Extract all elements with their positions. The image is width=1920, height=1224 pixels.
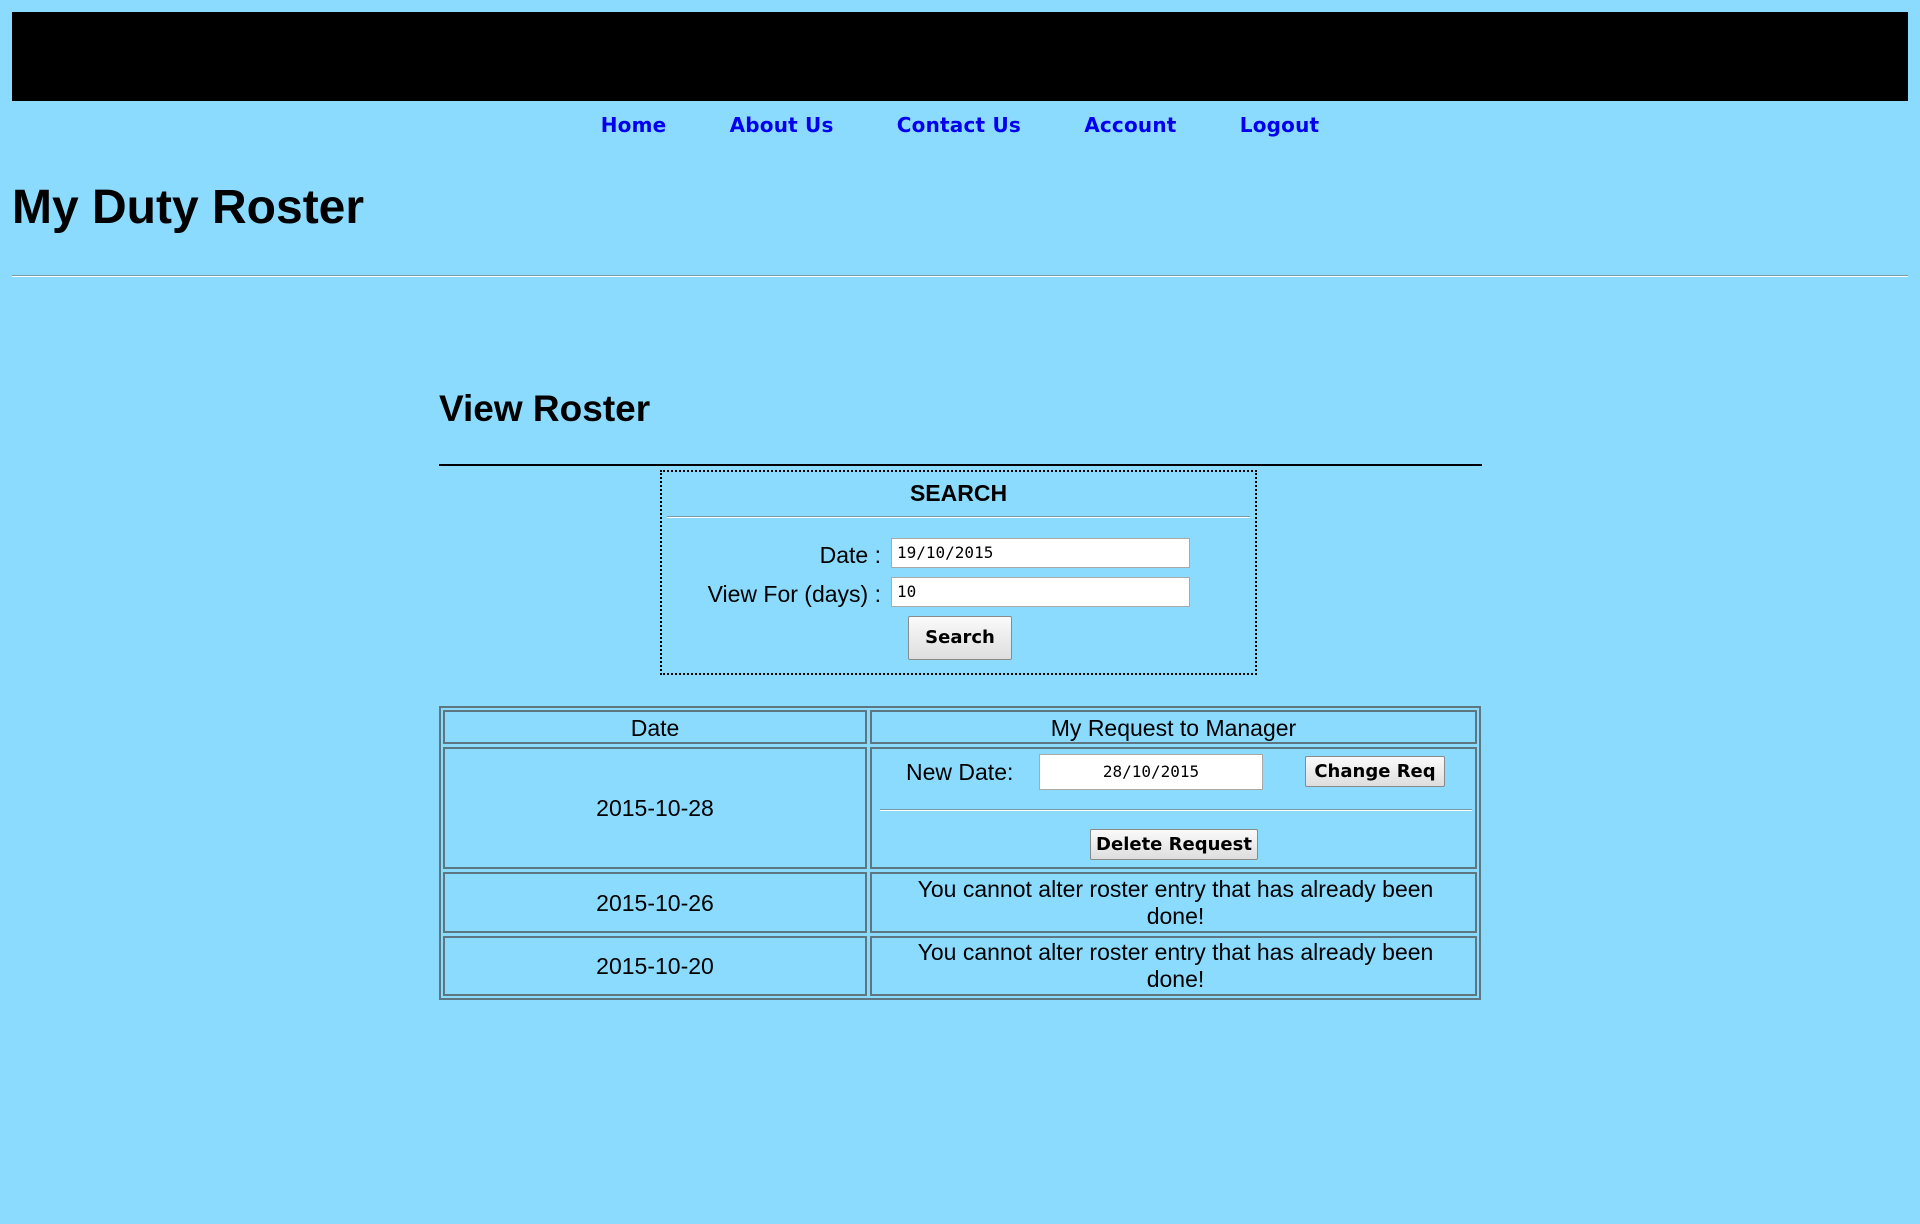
table-header-date: Date bbox=[443, 710, 867, 744]
search-divider bbox=[667, 516, 1250, 518]
days-input[interactable]: 10 bbox=[891, 577, 1190, 607]
row-message: You cannot alter roster entry that has a… bbox=[917, 939, 1434, 992]
roster-table: Date My Request to Manager 2015-10-28 Ne… bbox=[439, 706, 1481, 1000]
request-divider bbox=[880, 809, 1472, 811]
row-date: 2015-10-28 bbox=[596, 795, 714, 821]
header-banner bbox=[12, 12, 1908, 101]
table-row-request-cell: You cannot alter roster entry that has a… bbox=[870, 936, 1477, 996]
row-message: You cannot alter roster entry that has a… bbox=[917, 876, 1434, 929]
search-heading: SEARCH bbox=[909, 480, 1008, 506]
nav-about-us-link[interactable]: About Us bbox=[730, 113, 834, 137]
page-title: My Duty Roster bbox=[12, 181, 365, 234]
change-request-button[interactable]: Change Req bbox=[1305, 756, 1445, 787]
main-nav: Home About Us Contact Us Account Logout bbox=[0, 113, 1920, 137]
row-date: 2015-10-26 bbox=[596, 890, 714, 916]
date-input[interactable]: 19/10/2015 bbox=[891, 538, 1190, 568]
new-date-input[interactable]: 28/10/2015 bbox=[1039, 754, 1263, 790]
nav-home-link[interactable]: Home bbox=[601, 113, 667, 137]
date-label: Date : bbox=[819, 542, 881, 568]
table-row-request-cell: You cannot alter roster entry that has a… bbox=[870, 872, 1477, 933]
search-button[interactable]: Search bbox=[908, 616, 1012, 660]
nav-logout-link[interactable]: Logout bbox=[1240, 113, 1320, 137]
days-label: View For (days) : bbox=[707, 581, 881, 607]
section-title: View Roster bbox=[439, 388, 651, 429]
nav-contact-us-link[interactable]: Contact Us bbox=[897, 113, 1021, 137]
nav-account-link[interactable]: Account bbox=[1084, 113, 1176, 137]
delete-request-button[interactable]: Delete Request bbox=[1090, 829, 1258, 860]
table-row-request-cell: New Date: 28/10/2015 Change Req Delete R… bbox=[870, 747, 1477, 869]
search-panel: SEARCH Date : 19/10/2015 View For (days)… bbox=[660, 470, 1257, 675]
table-header-request-label: My Request to Manager bbox=[1050, 715, 1297, 741]
table-header-date-label: Date bbox=[630, 715, 680, 741]
table-row-date-cell: 2015-10-26 bbox=[443, 872, 867, 933]
row-date: 2015-10-20 bbox=[596, 953, 714, 979]
table-header-request: My Request to Manager bbox=[870, 710, 1477, 744]
table-row-date-cell: 2015-10-20 bbox=[443, 936, 867, 996]
table-row-date-cell: 2015-10-28 bbox=[443, 747, 867, 869]
header-divider bbox=[12, 275, 1908, 277]
new-date-label: New Date: bbox=[906, 759, 1014, 785]
section-divider bbox=[439, 464, 1482, 466]
